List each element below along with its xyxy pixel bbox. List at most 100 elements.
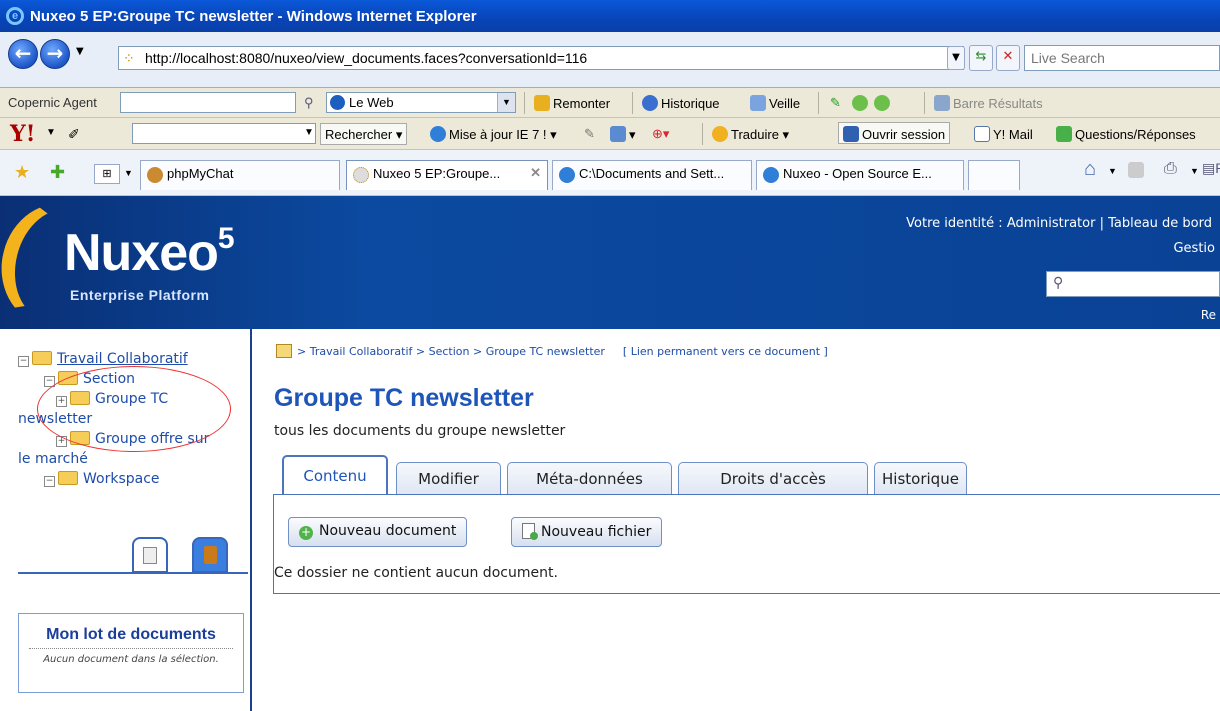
browser-tabs-bar: ★ ✚ ⊞ ▼ phpMyChat Nuxeo 5 EP:Groupe... ✕… bbox=[0, 150, 1220, 196]
breadcrumb-path[interactable]: > Travail Collaboratif > Section > Group… bbox=[297, 345, 605, 358]
address-dropdown-button[interactable]: ▼ bbox=[947, 46, 965, 70]
copernic-search-input[interactable] bbox=[120, 92, 296, 113]
new-file-button[interactable]: Nouveau fichier bbox=[511, 517, 663, 547]
pencil-icon[interactable]: ✐ bbox=[64, 123, 84, 145]
results-bar-icon bbox=[934, 95, 950, 111]
ie-update-icon bbox=[430, 126, 446, 142]
translate-icon bbox=[712, 126, 728, 142]
questions-icon bbox=[1056, 126, 1072, 142]
next-circle-icon bbox=[874, 95, 890, 111]
new-tab-button[interactable] bbox=[968, 160, 1020, 190]
clipboard-icon bbox=[204, 546, 217, 564]
tab-historique[interactable]: Historique bbox=[874, 462, 967, 494]
home-icon[interactable]: ⌂ bbox=[1084, 158, 1096, 181]
print-icon[interactable]: ⎙ bbox=[1164, 160, 1177, 178]
close-tab-icon[interactable]: ✕ bbox=[530, 165, 541, 181]
collapse-icon[interactable]: − bbox=[18, 356, 29, 367]
veille-button[interactable]: Veille bbox=[746, 92, 804, 114]
historique-button[interactable]: Historique bbox=[638, 92, 724, 114]
ie-page-icon bbox=[559, 167, 575, 183]
tab-droits-acces[interactable]: Droits d'accès bbox=[678, 462, 868, 494]
add-favorites-icon[interactable]: ✚ bbox=[50, 162, 65, 183]
quick-tabs-icon[interactable]: ⊞ bbox=[94, 164, 120, 184]
search-magnifier-icon[interactable]: ⚲ bbox=[300, 92, 318, 114]
sidebar-tab-documents[interactable] bbox=[132, 537, 168, 573]
tab-modifier[interactable]: Modifier bbox=[396, 462, 501, 494]
layout-icon[interactable]: ▾ bbox=[606, 123, 640, 145]
yahoo-menu-arrow-icon[interactable]: ▼ bbox=[42, 124, 60, 146]
history-dropdown-icon[interactable]: ▼ bbox=[76, 46, 84, 57]
tree-item-workspace[interactable]: − Workspace bbox=[18, 469, 209, 489]
new-file-label: Nouveau fichier bbox=[541, 524, 652, 540]
address-bar-area: ← → ▼ ⁘ http://localhost:8080/nuxeo/view… bbox=[0, 32, 1220, 88]
stop-icon[interactable]: ✕ bbox=[996, 45, 1020, 71]
toolbar-divider bbox=[632, 92, 633, 114]
new-document-button[interactable]: + Nouveau document bbox=[288, 517, 468, 547]
favorites-star-icon[interactable]: ★ bbox=[14, 162, 30, 183]
new-document-label: Nouveau document bbox=[319, 523, 457, 539]
tab-meta-donnees[interactable]: Méta-données bbox=[507, 462, 672, 494]
home-dropdown-icon[interactable]: ▼ bbox=[1108, 166, 1117, 176]
ouvrir-session-button[interactable]: Ouvrir session bbox=[838, 122, 951, 144]
mise-a-jour-label: Mise à jour IE 7 ! bbox=[449, 127, 547, 142]
basket-divider bbox=[29, 648, 233, 649]
document-icon bbox=[143, 547, 157, 564]
parent-folder-icon[interactable] bbox=[276, 344, 292, 358]
page-menu-icon[interactable]: ▤P bbox=[1202, 160, 1220, 177]
questions-button[interactable]: Questions/Réponses bbox=[1052, 123, 1200, 145]
empty-folder-message: Ce dossier ne contient aucun document. bbox=[274, 565, 1220, 581]
yahoo-search-input[interactable] bbox=[132, 123, 316, 144]
highlight-icon[interactable]: ✎ bbox=[826, 92, 845, 114]
tab-contenu[interactable]: Contenu bbox=[282, 455, 388, 495]
rechercher-button[interactable]: Rechercher ▾ bbox=[320, 123, 408, 145]
address-input[interactable]: ⁘ http://localhost:8080/nuxeo/view_docum… bbox=[118, 46, 964, 70]
target-icon[interactable]: ⊕▾ bbox=[648, 123, 673, 145]
logo-text: Nuxeo bbox=[64, 224, 219, 282]
toolbar-divider bbox=[524, 92, 525, 114]
barre-resultats-button[interactable]: Barre Résultats bbox=[930, 92, 1047, 114]
gestion-link[interactable]: Gestio bbox=[1173, 241, 1215, 256]
feeds-icon[interactable] bbox=[1128, 162, 1144, 178]
sidebar-tab-clipboard[interactable] bbox=[192, 537, 228, 573]
traduire-button[interactable]: Traduire ▾ bbox=[708, 123, 793, 145]
forward-button[interactable]: → bbox=[40, 39, 70, 69]
ie-page-icon bbox=[763, 167, 779, 183]
permalink-link[interactable]: [ Lien permanent vers ce document ] bbox=[623, 345, 828, 358]
arrow-up-icon bbox=[534, 95, 550, 111]
live-search-input[interactable]: Live Search bbox=[1024, 45, 1220, 71]
next-icon[interactable] bbox=[870, 92, 897, 114]
browser-tab-nuxeo-opensource[interactable]: Nuxeo - Open Source E... bbox=[756, 160, 964, 190]
browser-tab-label: C:\Documents and Sett... bbox=[579, 166, 725, 181]
nuxeo-logo[interactable]: Nuxeo5 bbox=[64, 222, 235, 283]
page-title: Groupe TC newsletter bbox=[274, 384, 534, 412]
user-identity[interactable]: Votre identité : Administrator | Tableau… bbox=[906, 216, 1212, 231]
print-dropdown-icon[interactable]: ▼ bbox=[1190, 166, 1199, 176]
edit-pen-icon[interactable]: ✎ bbox=[580, 123, 599, 145]
empty-message-text: Ce dossier ne contient aucun document. bbox=[274, 565, 558, 581]
barre-resultats-label: Barre Résultats bbox=[953, 96, 1043, 111]
browser-tab-phpmychat[interactable]: phpMyChat bbox=[140, 160, 340, 190]
ymail-button[interactable]: Y! Mail bbox=[970, 123, 1037, 145]
yahoo-logo-icon[interactable]: Y! bbox=[10, 121, 35, 147]
previous-circle-icon bbox=[852, 95, 868, 111]
mise-a-jour-button[interactable]: Mise à jour IE 7 ! ▾ bbox=[426, 123, 561, 145]
collapse-icon[interactable]: − bbox=[44, 476, 55, 487]
toolbar-divider bbox=[702, 123, 703, 145]
tree-item-groupe-offre-wrap[interactable]: le marché bbox=[18, 449, 209, 469]
browser-tab-nuxeo-current[interactable]: Nuxeo 5 EP:Groupe... ✕ bbox=[346, 160, 548, 190]
tree-label: Travail Collaboratif bbox=[57, 351, 188, 367]
header-search-input[interactable]: ⚲ bbox=[1046, 271, 1220, 297]
chevron-down-icon: ▼ bbox=[497, 93, 515, 112]
back-button[interactable]: ← bbox=[8, 39, 38, 69]
yahoo-search-dropdown-icon[interactable]: ▼ bbox=[300, 124, 318, 146]
red-annotation-circle bbox=[37, 366, 231, 452]
web-select[interactable]: Le Web ▼ bbox=[326, 92, 516, 113]
remonter-button[interactable]: Remonter bbox=[530, 92, 614, 114]
refresh-icon[interactable]: ⇆ bbox=[969, 45, 993, 71]
tab-list-dropdown-icon[interactable]: ▼ bbox=[124, 168, 133, 178]
browser-tab-documents[interactable]: C:\Documents and Sett... bbox=[552, 160, 752, 190]
header-re-link[interactable]: Re bbox=[1201, 308, 1216, 322]
basket-title: Mon lot de documents bbox=[46, 626, 216, 643]
rechercher-label: Rechercher bbox=[325, 127, 393, 142]
mail-icon bbox=[974, 126, 990, 142]
